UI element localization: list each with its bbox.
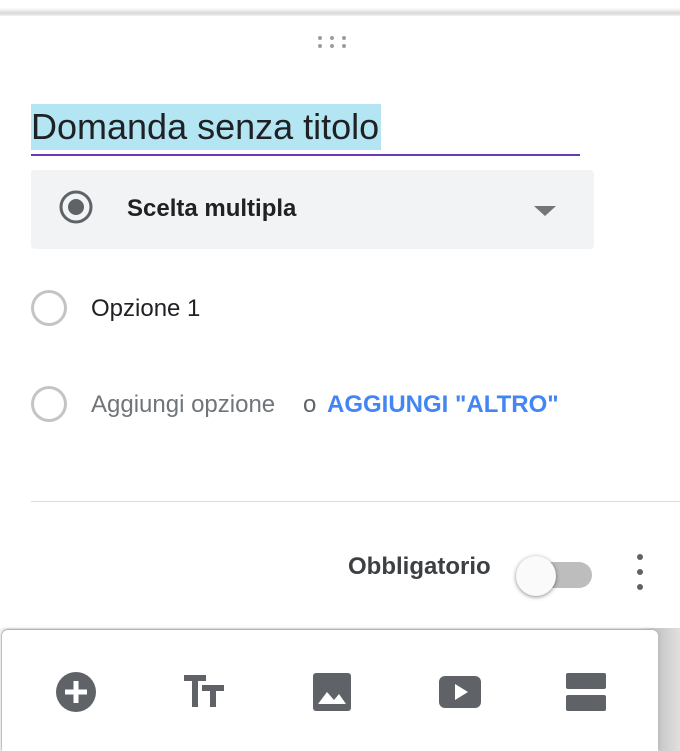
or-text: o bbox=[303, 391, 317, 418]
add-question-icon bbox=[56, 672, 96, 712]
radio-button-icon bbox=[31, 290, 67, 326]
radio-button-icon bbox=[31, 386, 67, 422]
add-title-icon bbox=[184, 675, 224, 707]
option-label[interactable]: Opzione 1 bbox=[91, 294, 200, 324]
question-type-dropdown[interactable]: Scelta multipla bbox=[31, 170, 594, 249]
question-title-input[interactable]: Domanda senza titolo bbox=[31, 104, 580, 156]
add-video-icon bbox=[439, 676, 481, 708]
question-card: Domanda senza titolo Scelta multipla Opz… bbox=[0, 16, 680, 628]
add-image-button[interactable] bbox=[310, 670, 354, 714]
add-question-button[interactable] bbox=[54, 670, 98, 714]
required-label: Obbligatorio bbox=[348, 553, 491, 580]
bottom-toolbar bbox=[2, 630, 658, 751]
add-section-icon bbox=[566, 673, 606, 711]
required-toggle[interactable] bbox=[516, 554, 592, 596]
add-title-button[interactable] bbox=[184, 670, 228, 714]
add-option-input[interactable]: Aggiungi opzione bbox=[91, 390, 275, 420]
radio-button-icon bbox=[59, 190, 93, 224]
add-image-icon bbox=[313, 673, 351, 711]
top-edge-shadow bbox=[0, 0, 680, 16]
question-type-label: Scelta multipla bbox=[127, 195, 297, 222]
toggle-thumb bbox=[516, 556, 556, 596]
add-section-button[interactable] bbox=[564, 670, 608, 714]
more-options-icon[interactable] bbox=[626, 550, 654, 594]
footer-divider bbox=[31, 501, 680, 502]
question-title-text[interactable]: Domanda senza titolo bbox=[31, 104, 382, 150]
add-video-button[interactable] bbox=[438, 670, 482, 714]
add-option-row: Aggiungi opzione o AGGIUNGI "ALTRO" bbox=[31, 386, 591, 426]
title-underline bbox=[31, 154, 580, 156]
add-other-link[interactable]: AGGIUNGI "ALTRO" bbox=[327, 390, 559, 420]
drag-handle-icon[interactable] bbox=[316, 34, 348, 50]
chevron-down-icon bbox=[534, 206, 556, 216]
